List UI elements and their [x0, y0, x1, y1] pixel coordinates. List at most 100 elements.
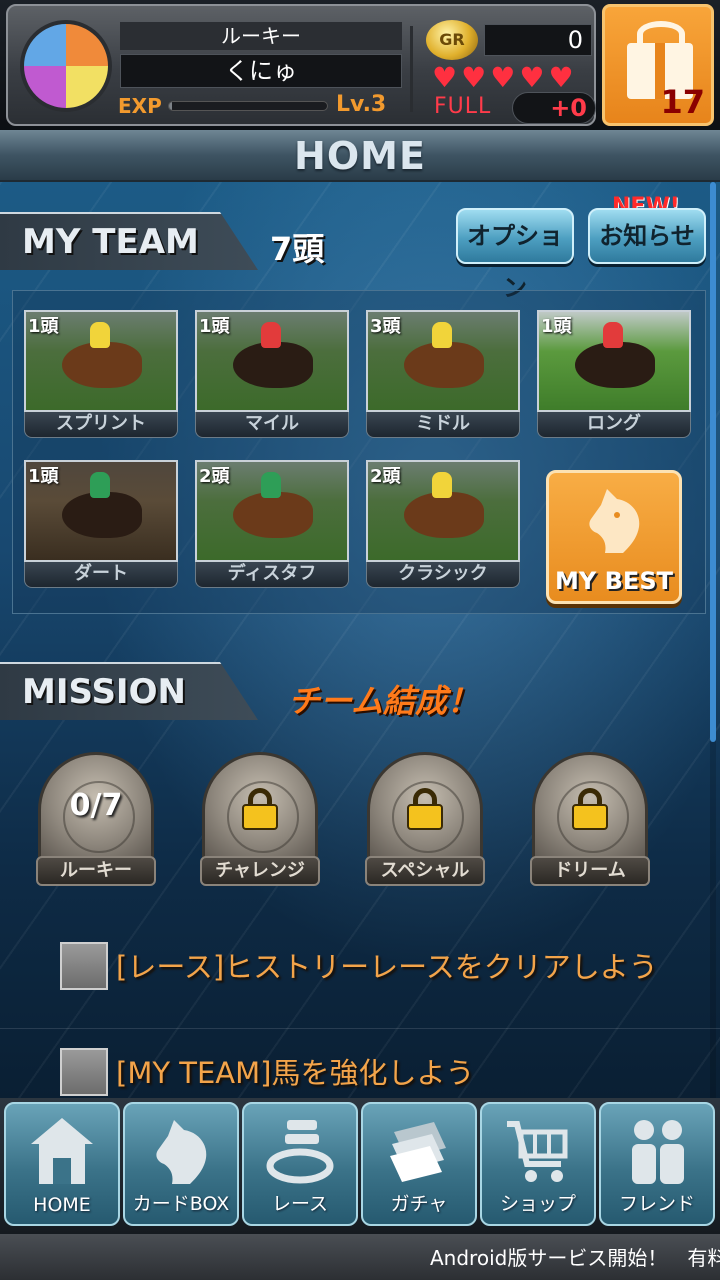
card-label: ダート: [24, 562, 178, 588]
divider: [410, 26, 413, 112]
mission-header: MISSION: [0, 662, 258, 720]
exp-label: EXP: [118, 94, 162, 118]
ticker-text: Android版サービス開始！ 有料: [430, 1246, 720, 1270]
medal-label: ルーキー: [36, 856, 156, 886]
task-checkbox[interactable]: [60, 942, 108, 990]
scrollbar-thumb[interactable]: [710, 182, 716, 742]
race-gate-icon: [266, 1120, 334, 1184]
stamina-status: FULL: [434, 94, 492, 119]
status-bar: ルーキー くにゅ EXP Lv.3 GR 0 ♥ ♥ ♥ ♥ ♥ FULL +0 17: [0, 0, 720, 132]
level-label: Lv.3: [336, 92, 387, 117]
category-card-dirt[interactable]: 1頭 ダート: [24, 460, 178, 588]
mission-medal-special[interactable]: スペシャル: [365, 752, 485, 890]
category-card-distaff[interactable]: 2頭 ディスタフ: [195, 460, 349, 588]
task-text: [レース]ヒストリーレースをクリアしよう: [116, 950, 658, 984]
horse-image: [575, 342, 655, 388]
exp-progress-bar: [168, 101, 328, 111]
nav-label: レース: [271, 1193, 329, 1215]
news-button[interactable]: お知らせ: [588, 208, 706, 264]
nav-gacha[interactable]: ガチャ: [361, 1102, 477, 1226]
mission-task-row[interactable]: [レース]ヒストリーレースをクリアしよう: [0, 932, 720, 998]
card-label: スプリント: [24, 412, 178, 438]
category-card-middle[interactable]: 3頭 ミドル: [366, 310, 520, 438]
nav-label: ショップ: [499, 1193, 576, 1215]
horse-head-icon: [156, 1120, 207, 1184]
home-icon: [31, 1118, 93, 1184]
nav-label: ガチャ: [390, 1193, 448, 1215]
gr-coin-icon: GR: [426, 20, 478, 60]
card-label: ロング: [537, 412, 691, 438]
task-checkbox[interactable]: [60, 1048, 108, 1096]
mission-medal-rookie[interactable]: 0/7 ルーキー: [36, 752, 156, 890]
my-best-label: MY BEST: [555, 567, 673, 595]
horse-head-icon: [589, 489, 640, 553]
gift-box-button[interactable]: 17: [602, 4, 714, 126]
horse-image: [233, 492, 313, 538]
jockey-image: [432, 472, 452, 498]
team-horse-count: 7頭: [270, 230, 325, 268]
card-count: 2頭: [199, 466, 230, 487]
nav-race[interactable]: レース: [242, 1102, 358, 1226]
horse-image: [62, 492, 142, 538]
nav-label: フレンド: [618, 1193, 695, 1215]
nav-shop[interactable]: ショップ: [480, 1102, 596, 1226]
jockey-image: [90, 472, 110, 498]
heart-icon: ♥: [461, 61, 487, 94]
friends-icon: [632, 1120, 684, 1184]
home-content[interactable]: MY TEAM 7頭 オプション NEW! お知らせ 1頭 スプリント 1頭 マ…: [0, 182, 720, 1098]
bottom-navigation: HOME カードBOX レース ガチャ ショップ フレンド: [0, 1098, 720, 1234]
category-card-classic[interactable]: 2頭 クラシック: [366, 460, 520, 588]
lock-icon: [572, 788, 608, 830]
heart-icon: ♥: [548, 61, 574, 94]
mission-task-row[interactable]: [MY TEAM]馬を強化しよう: [0, 1038, 720, 1098]
stamina-hearts: ♥ ♥ ♥ ♥ ♥: [432, 64, 574, 92]
page-title: HOME: [0, 130, 720, 182]
card-label: クラシック: [366, 562, 520, 588]
jockey-image: [90, 322, 110, 348]
nav-friend[interactable]: フレンド: [599, 1102, 715, 1226]
my-best-button[interactable]: MY BEST: [546, 470, 682, 604]
heart-icon: ♥: [432, 61, 458, 94]
nav-label: HOME: [33, 1194, 91, 1216]
card-count: 1頭: [28, 466, 59, 487]
player-status-panel[interactable]: ルーキー くにゅ EXP Lv.3 GR 0 ♥ ♥ ♥ ♥ ♥ FULL +0: [6, 4, 596, 126]
card-label: ディスタフ: [195, 562, 349, 588]
heart-icon: ♥: [519, 61, 545, 94]
horse-image: [404, 492, 484, 538]
coin-count: 0: [484, 24, 592, 56]
category-card-long[interactable]: 1頭 ロング: [537, 310, 691, 438]
horse-image: [62, 342, 142, 388]
card-count: 3頭: [370, 316, 401, 337]
mission-medal-dream[interactable]: ドリーム: [530, 752, 650, 890]
medal-label: チャレンジ: [200, 856, 320, 886]
category-card-mile[interactable]: 1頭 マイル: [195, 310, 349, 438]
lock-icon: [407, 788, 443, 830]
my-team-title: MY TEAM: [22, 222, 199, 262]
lock-icon: [242, 788, 278, 830]
jockey-image: [432, 322, 452, 348]
horse-image: [233, 342, 313, 388]
card-count: 1頭: [541, 316, 572, 337]
stamina-bonus: +0: [512, 92, 596, 124]
jockey-image: [261, 472, 281, 498]
heart-icon: ♥: [490, 61, 516, 94]
rank-label: ルーキー: [120, 22, 402, 50]
medal-progress: 0/7: [69, 788, 123, 823]
nav-home[interactable]: HOME: [4, 1102, 120, 1226]
card-count: 2頭: [370, 466, 401, 487]
my-team-header: MY TEAM: [0, 212, 258, 270]
attribute-wheel-icon: [20, 20, 112, 112]
horse-image: [404, 342, 484, 388]
cart-icon: [507, 1121, 568, 1182]
category-card-sprint[interactable]: 1頭 スプリント: [24, 310, 178, 438]
option-button[interactable]: オプション: [456, 208, 574, 302]
jockey-image: [603, 322, 623, 348]
mission-medal-challenge[interactable]: チャレンジ: [200, 752, 320, 890]
exp-progress-fill: [169, 102, 173, 110]
card-count: 1頭: [199, 316, 230, 337]
card-label: ミドル: [366, 412, 520, 438]
news-ticker[interactable]: Android版サービス開始！ 有料: [0, 1234, 720, 1280]
task-text: [MY TEAM]馬を強化しよう: [116, 1056, 475, 1090]
card-count: 1頭: [28, 316, 59, 337]
nav-card-box[interactable]: カードBOX: [123, 1102, 239, 1226]
